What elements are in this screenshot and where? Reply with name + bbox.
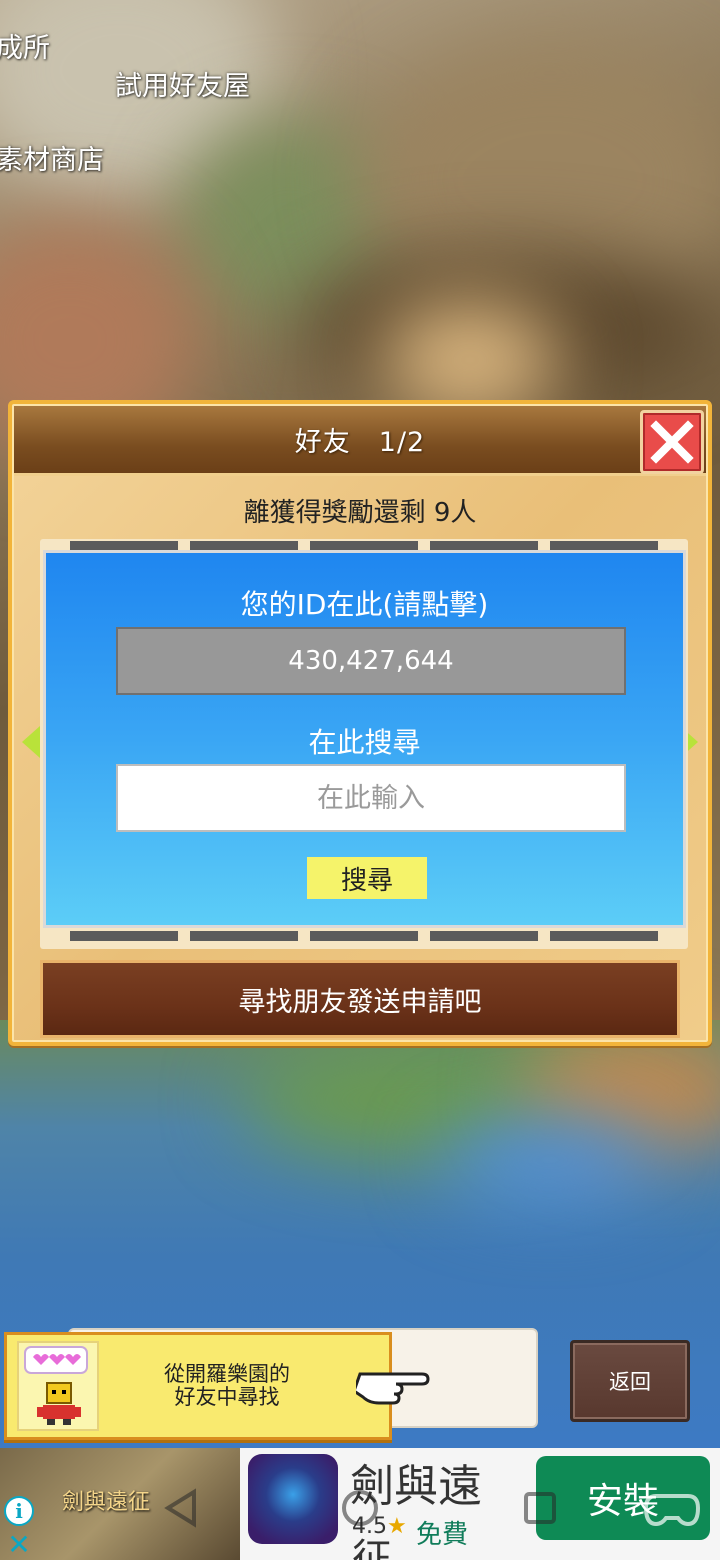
ad-close-icon[interactable]: ✕ [4, 1528, 34, 1560]
friend-dialog: 好友 1/2 離獲得獎勵還剩 9人 您的ID在此(請點擊) 430,427,64… [8, 400, 712, 1046]
dialog-header: 好友 1/2 [14, 406, 706, 476]
tip-text: 從開羅樂園的 好友中尋找 [147, 1363, 307, 1409]
map-label-facility[interactable]: 成所 [0, 26, 50, 65]
id-label: 您的ID在此(請點擊) [240, 588, 489, 621]
ad-title-overflow: 征 [352, 1536, 392, 1560]
install-button[interactable]: 安裝 [536, 1456, 710, 1540]
close-button[interactable] [640, 410, 704, 474]
pointing-hand-icon [356, 1372, 430, 1405]
search-panel: 您的ID在此(請點擊) 430,427,644 在此搜尋 搜尋 [43, 550, 686, 928]
back-button[interactable]: 返回 [570, 1340, 690, 1422]
find-friends-tip[interactable]: 從開羅樂園的 好友中尋找 [4, 1332, 392, 1440]
reward-progress-text: 離獲得獎勵還剩 9人 [243, 498, 477, 528]
ad-logo-text: 劍與遠征 [62, 1490, 151, 1515]
map-label-material-shop[interactable]: 素材商店 [0, 138, 104, 177]
send-request-button[interactable]: 尋找朋友發送申請吧 [40, 960, 680, 1038]
ad-banner[interactable]: 劍與遠征 i ✕ 劍與遠 4.5★ 免費 安裝 征 [0, 1448, 720, 1560]
ad-title[interactable]: 劍與遠 [350, 1450, 482, 1514]
mascot-avatar [17, 1341, 99, 1431]
mascot-icon [24, 1346, 88, 1425]
arrow-left-icon[interactable] [22, 726, 40, 758]
search-button[interactable]: 搜尋 [307, 857, 427, 899]
search-label: 在此搜尋 [308, 726, 421, 759]
ad-game-image[interactable]: 劍與遠征 [0, 1448, 240, 1560]
ad-free-label: 免費 [416, 1520, 469, 1550]
dialog-title: 好友 1/2 [294, 427, 426, 458]
map-label-trial-friend-house[interactable]: 試用好友屋 [115, 64, 250, 103]
tip-line-2: 好友中尋找 [174, 1385, 280, 1409]
user-id-field[interactable]: 430,427,644 [116, 627, 626, 695]
ad-info-icon[interactable]: i [4, 1496, 34, 1526]
ad-app-icon[interactable] [248, 1454, 338, 1544]
close-icon [650, 420, 694, 464]
friend-search-input[interactable] [116, 764, 626, 832]
tip-line-1: 從開羅樂園的 [164, 1362, 290, 1386]
